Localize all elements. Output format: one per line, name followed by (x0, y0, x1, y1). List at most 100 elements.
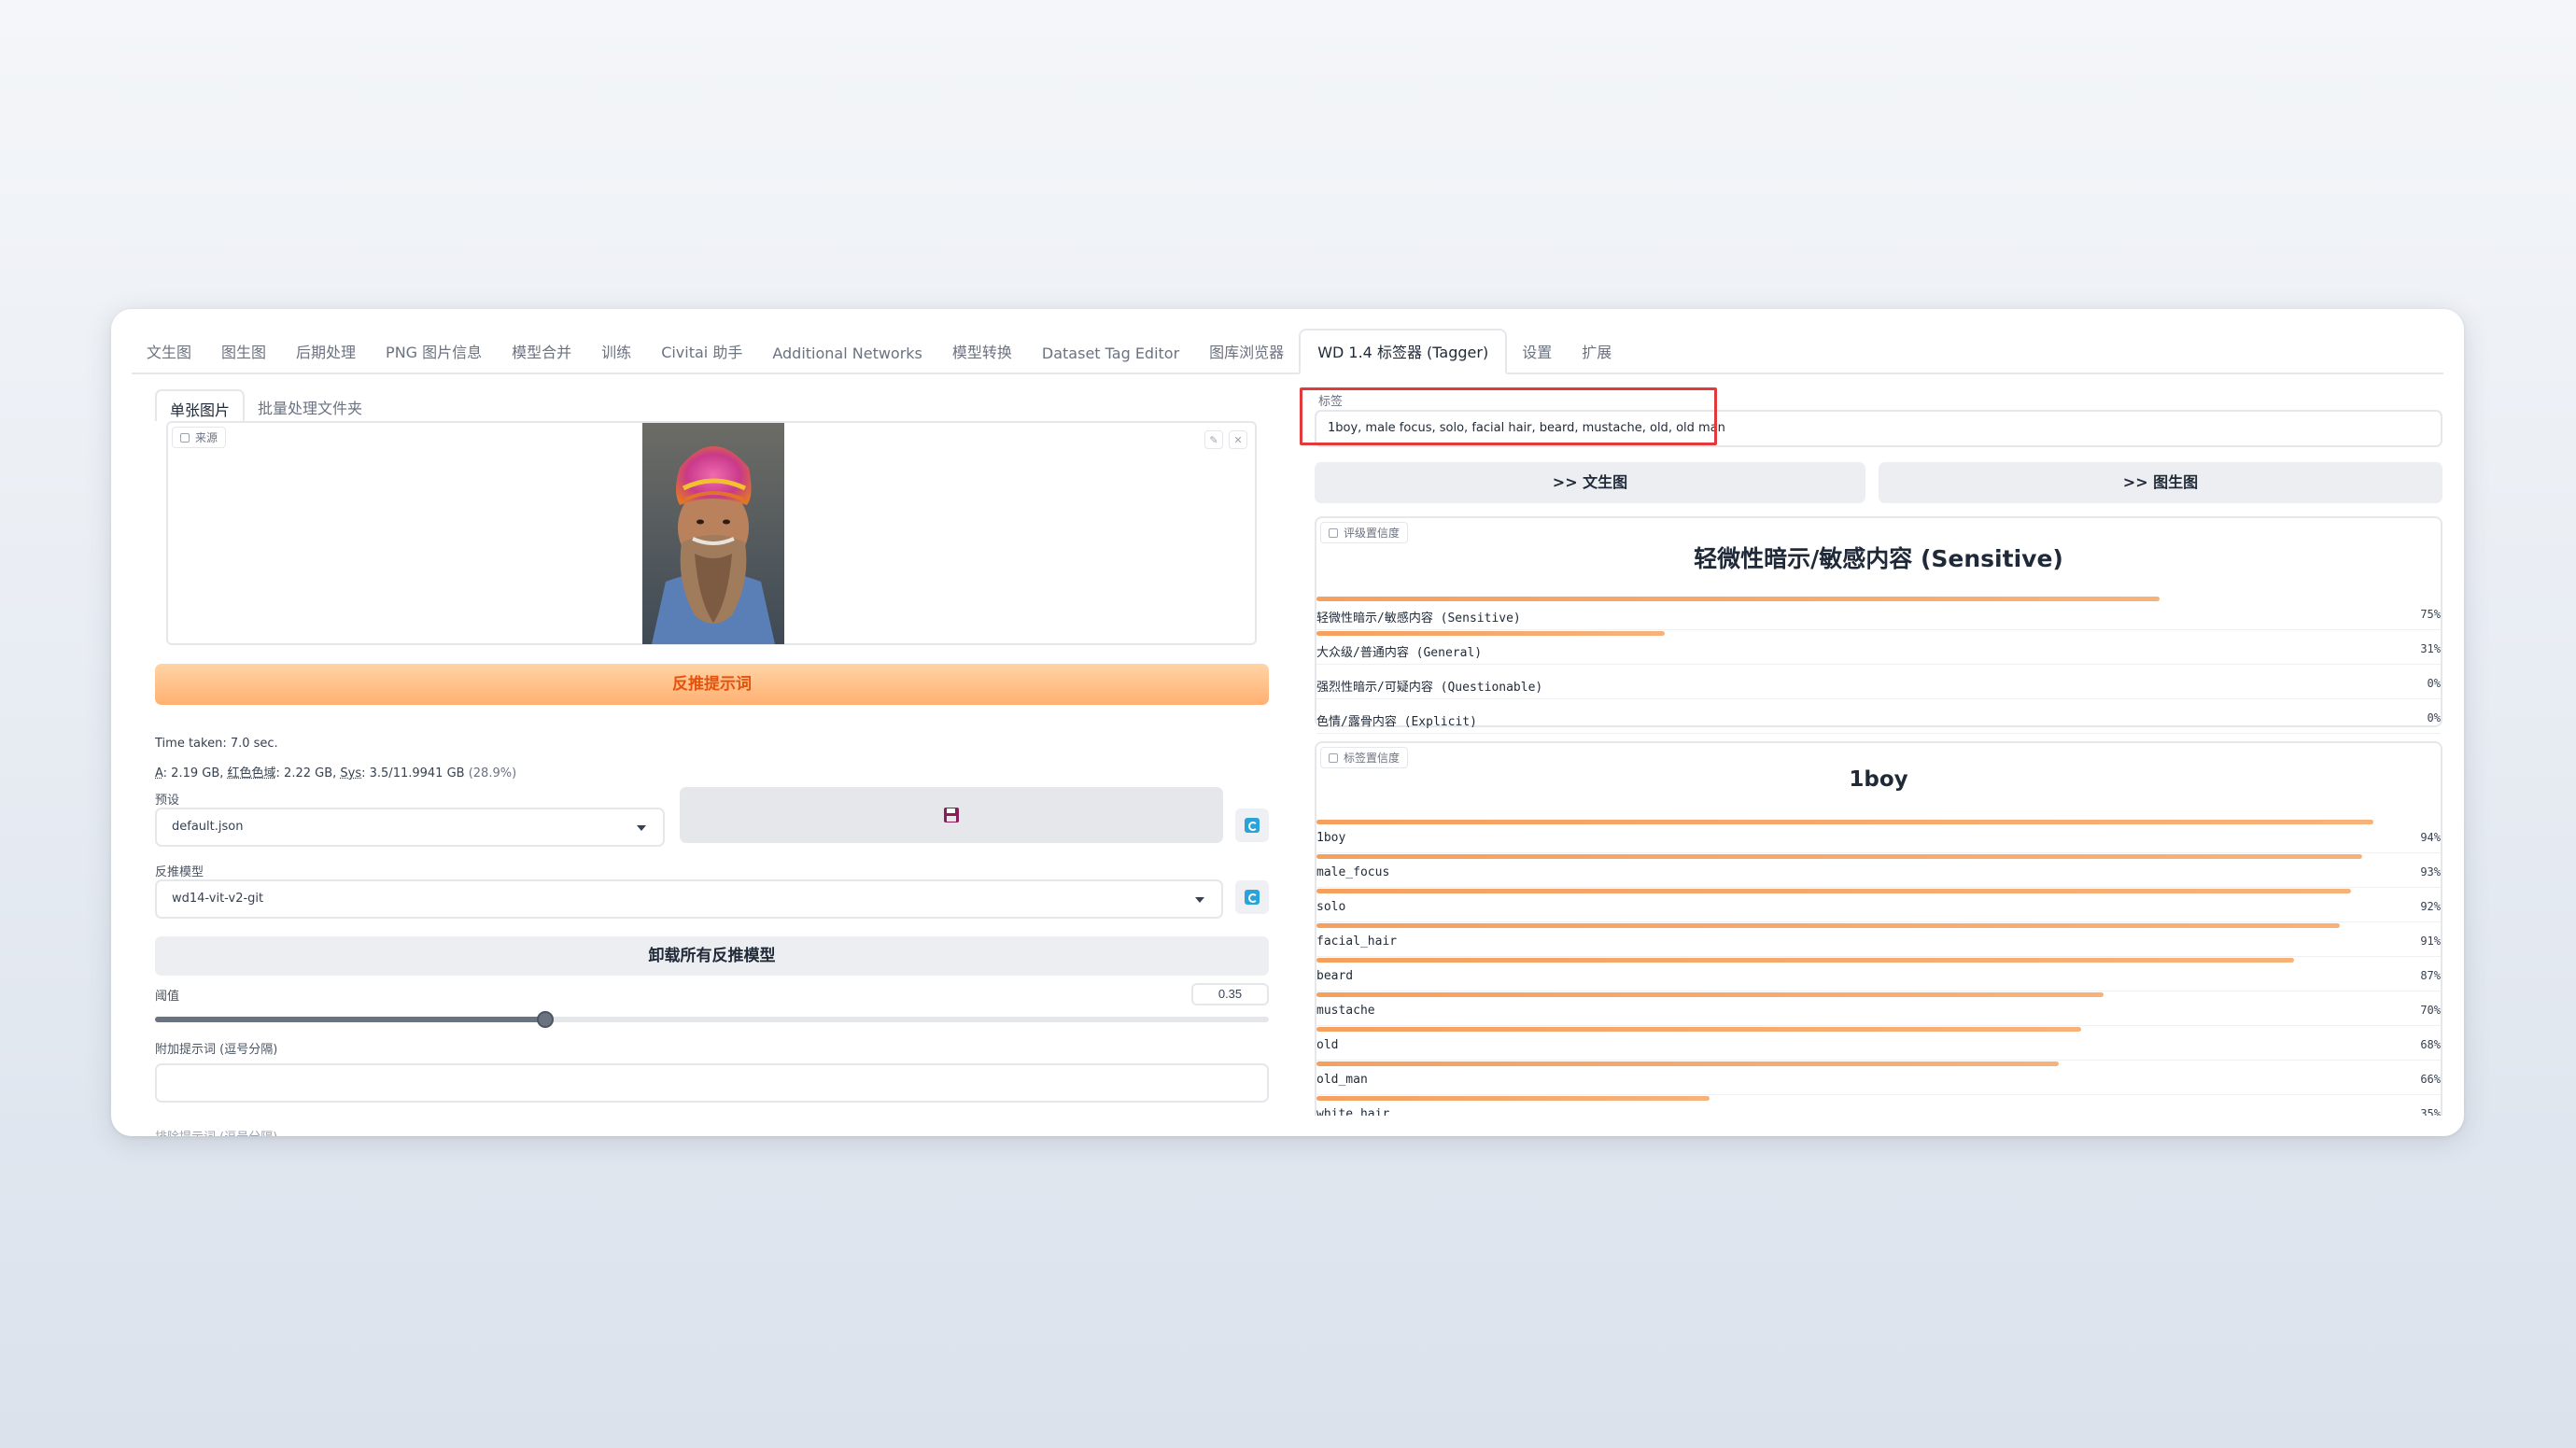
main-tabbar: 文生图 图生图 后期处理 PNG 图片信息 模型合并 训练 Civitai 助手 Additi… (132, 309, 2443, 374)
tab-1[interactable]: 图生图 (206, 340, 281, 373)
rating-row: 轻微性暗示/敏感内容 (Sensitive) 75% (1316, 597, 2441, 631)
row-divider (1316, 664, 2441, 665)
chevron-down-icon (1195, 897, 1204, 903)
model-label: 反推模型 (155, 865, 204, 879)
refresh-icon (1245, 890, 1260, 905)
tab-12[interactable]: 设置 (1507, 340, 1567, 373)
highlight-box (1300, 387, 1717, 445)
tab-13[interactable]: 扩展 (1567, 340, 1626, 373)
rating-row: 大众级/普通内容 (General) 31% (1316, 631, 2441, 666)
additional-tags-label: 附加提示词 (逗号分隔) (155, 1043, 278, 1057)
close-icon[interactable]: ✕ (1229, 430, 1247, 449)
model-dropdown[interactable]: wd14-vit-v2-git (155, 879, 1223, 919)
preset-dropdown[interactable]: default.json (155, 808, 665, 847)
row-divider (1316, 956, 2441, 957)
tag-percent: 94% (2420, 831, 2441, 844)
tag-name: male_focus (1316, 865, 1390, 879)
tag-row: beard 87% (1316, 958, 2441, 992)
tab-5[interactable]: 训练 (586, 340, 646, 373)
row-divider (1316, 733, 2441, 734)
rating-top-label: 轻微性暗示/敏感内容 (Sensitive) (1694, 545, 2063, 572)
source-portrait-image (642, 423, 784, 644)
tab-10[interactable]: 图库浏览器 (1194, 340, 1299, 373)
tag-name: facial_hair (1316, 935, 1398, 949)
time-taken: Time taken: 7.0 sec. (155, 737, 278, 751)
rating-name: 强烈性暗示/可疑内容 (Questionable) (1316, 681, 1543, 695)
input-subtabs: 单张图片 批量处理文件夹 (155, 389, 375, 421)
tag-row: facial_hair 91% (1316, 923, 2441, 958)
refresh-model-button[interactable] (1235, 880, 1269, 914)
row-divider (1316, 629, 2441, 630)
tag-confidence-bar (1316, 958, 2295, 963)
row-divider (1316, 1094, 2441, 1095)
tab-8[interactable]: 模型转换 (937, 340, 1027, 373)
tag-confidence-bar (1316, 1061, 2059, 1066)
tag-top-label: 1boy (1849, 767, 1908, 792)
tag-confidence-bar (1316, 1027, 2081, 1032)
tag-row: old 68% (1316, 1027, 2441, 1061)
subtab-0[interactable]: 单张图片 (155, 389, 246, 421)
threshold-label: 阈值 (155, 990, 180, 1004)
tab-0[interactable]: 文生图 (132, 340, 206, 373)
source-image-panel[interactable]: 来源 ✎ ✕ (166, 421, 1257, 645)
rating-confidence-panel: 评级置信度 轻微性暗示/敏感内容 (Sensitive) 轻微性暗示/敏感内容 … (1315, 516, 2442, 734)
tag-name: 1boy (1316, 831, 1346, 845)
tag-name: solo (1316, 900, 1346, 914)
row-divider (1316, 921, 2441, 922)
tag-confidence-bar (1316, 1096, 1710, 1101)
source-image-label: 来源 (172, 427, 227, 448)
pencil-icon[interactable]: ✎ (1204, 430, 1223, 449)
tag-percent: 92% (2420, 900, 2441, 913)
row-divider (1316, 852, 2441, 853)
tab-6[interactable]: Civitai 助手 (646, 340, 757, 373)
tag-confidence-label: 标签置信度 (1320, 747, 1409, 768)
label-icon (1329, 527, 1338, 538)
tag-confidence-bar (1316, 820, 2373, 824)
tag-percent: 93% (2420, 865, 2441, 879)
row-divider (1316, 887, 2441, 888)
tag-confidence-bar (1316, 992, 2104, 997)
rating-percent: 31% (2420, 642, 2441, 655)
tag-name: white_hair (1316, 1107, 1390, 1116)
tag-percent: 66% (2420, 1073, 2441, 1086)
interrogate-button[interactable]: 反推提示词 (155, 664, 1269, 705)
tab-2[interactable]: 后期处理 (281, 340, 371, 373)
tab-11[interactable]: WD 1.4 标签器 (Tagger) (1299, 329, 1508, 374)
tab-4[interactable]: 模型合并 (497, 340, 586, 373)
tab-9[interactable]: Dataset Tag Editor (1027, 344, 1194, 373)
refresh-preset-button[interactable] (1235, 808, 1269, 842)
exclude-tags-label: 排除提示词 (逗号分隔) (155, 1127, 277, 1136)
preset-label: 预设 (155, 794, 180, 808)
threshold-slider[interactable] (155, 1011, 1269, 1028)
floppy-disk-icon (944, 808, 959, 822)
tag-row: solo 92% (1316, 889, 2441, 923)
image-tools: ✎ ✕ (1204, 430, 1247, 449)
tag-percent: 87% (2420, 969, 2441, 982)
tag-name: mustache (1316, 1004, 1375, 1018)
unload-models-button[interactable]: 卸载所有反推模型 (155, 936, 1269, 976)
tab-7[interactable]: Additional Networks (757, 344, 937, 373)
row-divider (1316, 1060, 2441, 1061)
threshold-slider-fill (155, 1017, 545, 1022)
threshold-slider-handle[interactable] (536, 1011, 554, 1028)
subtab-1[interactable]: 批量处理文件夹 (245, 389, 375, 421)
tag-row: male_focus 93% (1316, 854, 2441, 889)
row-divider (1316, 1025, 2441, 1026)
rating-percent: 75% (2420, 608, 2441, 621)
tag-confidence-bar (1316, 923, 2340, 928)
rating-row: 强烈性暗示/可疑内容 (Questionable) 0% (1316, 666, 2441, 700)
threshold-input[interactable]: 0.35 (1191, 983, 1269, 1005)
tag-row: mustache 70% (1316, 992, 2441, 1027)
additional-tags-input[interactable] (155, 1063, 1269, 1103)
tag-percent: 91% (2420, 935, 2441, 948)
rating-confidence-bar (1316, 631, 1666, 636)
send-to-txt2img-button[interactable]: >> 文生图 (1315, 462, 1865, 503)
label-icon (1329, 752, 1338, 763)
save-preset-button[interactable] (680, 787, 1223, 843)
rating-name: 色情/露骨内容 (Explicit) (1316, 715, 1477, 729)
row-divider (1316, 698, 2441, 699)
left-column: 单张图片 批量处理文件夹 来源 ✎ ✕ 反推提示词 Time taken: 7.… (155, 376, 1269, 1136)
tab-3[interactable]: PNG 图片信息 (371, 340, 497, 373)
send-to-img2img-button[interactable]: >> 图生图 (1879, 462, 2442, 503)
tag-name: old_man (1316, 1073, 1368, 1087)
